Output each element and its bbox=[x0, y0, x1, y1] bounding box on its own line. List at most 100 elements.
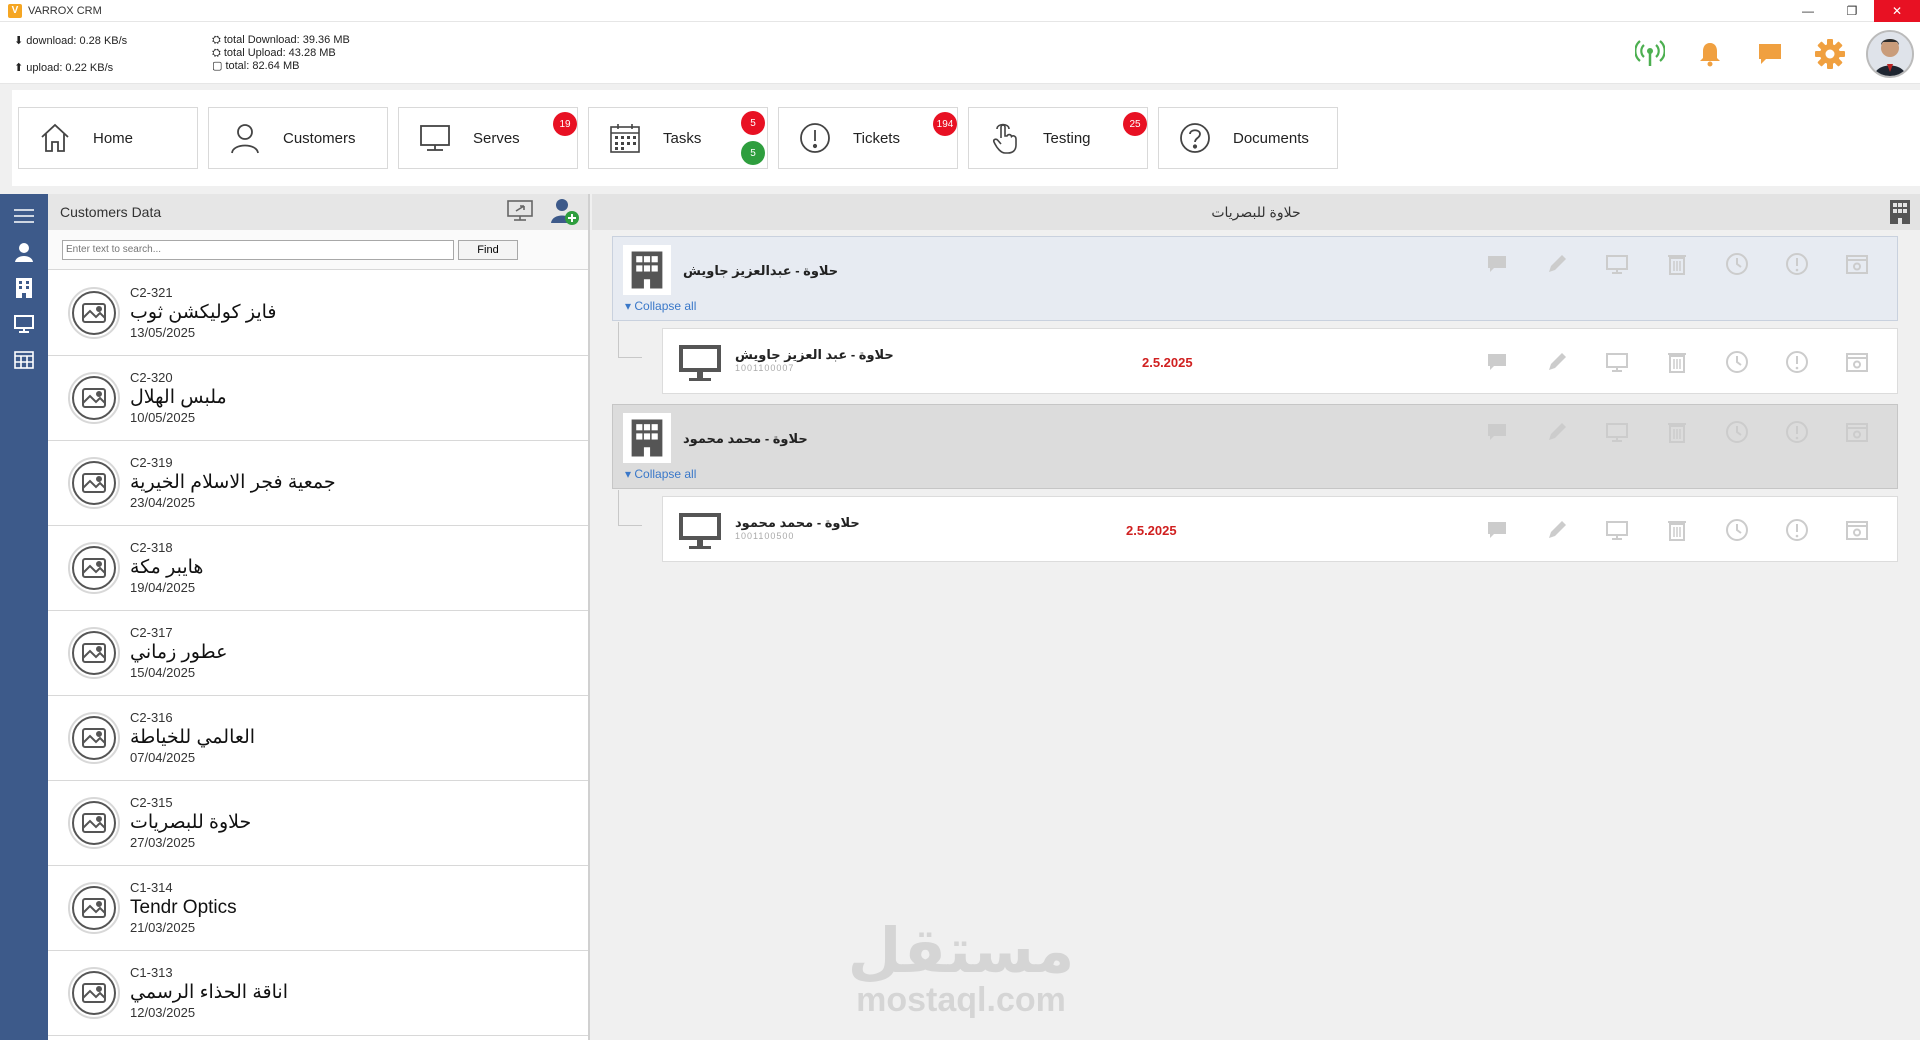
nav-home[interactable]: Home bbox=[18, 107, 198, 169]
header-icons bbox=[1620, 30, 1914, 78]
image-placeholder-icon bbox=[72, 546, 116, 590]
add-customer-icon[interactable] bbox=[550, 196, 580, 231]
customer-name: عطور زماني bbox=[130, 642, 228, 663]
menu-icon[interactable] bbox=[0, 198, 48, 234]
customer-image-icon bbox=[68, 372, 120, 424]
customer-list-item[interactable]: C1-313 اناقة الحذاء الرسمي 12/03/2025 bbox=[48, 951, 588, 1036]
search-input[interactable] bbox=[62, 239, 454, 260]
chat-icon[interactable] bbox=[1740, 31, 1800, 77]
warning-icon[interactable] bbox=[1767, 249, 1827, 279]
nav-documents[interactable]: Documents bbox=[1158, 107, 1338, 169]
comment-icon[interactable] bbox=[1467, 417, 1527, 447]
comment-icon[interactable] bbox=[1467, 515, 1527, 545]
rail-monitor-icon[interactable] bbox=[0, 306, 48, 342]
customer-detail-panel: حلاوة للبصريات حلاوة - عبدالعزيز جاويش ▾ … bbox=[592, 194, 1920, 1040]
customer-image-icon bbox=[68, 287, 120, 339]
customer-list-item[interactable]: C2-315 حلاوة للبصريات 27/03/2025 bbox=[48, 781, 588, 866]
image-placeholder-icon bbox=[72, 886, 116, 930]
edit-icon[interactable] bbox=[1527, 417, 1587, 447]
monitor-icon[interactable] bbox=[1587, 417, 1647, 447]
antenna-icon[interactable] bbox=[1620, 31, 1680, 77]
customer-code: C1-313 bbox=[130, 965, 173, 980]
title-bar: V VARROX CRM — ❐ ✕ bbox=[0, 0, 1920, 22]
comment-icon[interactable] bbox=[1467, 347, 1527, 377]
customer-list-item[interactable]: C2-321 فايز كوليكشن ثوب 13/05/2025 bbox=[48, 271, 588, 356]
edit-icon[interactable] bbox=[1527, 249, 1587, 279]
customer-list-item[interactable]: C2-319 جمعية فجر الاسلام الخيرية 23/04/202… bbox=[48, 441, 588, 526]
restore-button[interactable]: ❐ bbox=[1830, 0, 1874, 22]
customer-list-item[interactable]: C1-314 Tendr Optics 21/03/2025 bbox=[48, 866, 588, 951]
remote-desktop-icon[interactable] bbox=[506, 198, 536, 229]
home-icon bbox=[35, 118, 75, 158]
main-nav: Home Customers Serves 19 Tasks 5 5 Ticke… bbox=[12, 90, 1920, 186]
device-row[interactable]: حلاوة - محمد محمود 1001100500 2.5.2025 bbox=[662, 496, 1898, 562]
detail-header: حلاوة للبصريات bbox=[592, 194, 1920, 230]
calendar-icon bbox=[605, 118, 645, 158]
edit-icon[interactable] bbox=[1527, 347, 1587, 377]
help-icon bbox=[1175, 118, 1215, 158]
tree-connector bbox=[618, 490, 642, 526]
nav-tasks[interactable]: Tasks 5 5 bbox=[588, 107, 768, 169]
building-icon bbox=[623, 413, 671, 463]
rail-calendar-icon[interactable] bbox=[0, 342, 48, 378]
history-icon[interactable] bbox=[1707, 347, 1767, 377]
rail-building-icon[interactable] bbox=[0, 270, 48, 306]
branch-group[interactable]: حلاوة - محمد محمود ▾ Collapse all bbox=[612, 404, 1898, 489]
collapse-all-label: Collapse all bbox=[634, 467, 697, 481]
row-actions bbox=[1467, 515, 1887, 545]
history-icon[interactable] bbox=[1707, 249, 1767, 279]
device-row[interactable]: حلاوة - عبد العزيز جاويش 1001100007 2.5.20… bbox=[662, 328, 1898, 394]
customer-code: C2-320 bbox=[130, 370, 173, 385]
minimize-button[interactable]: — bbox=[1786, 0, 1830, 22]
customer-list-item[interactable]: C2-316 العالمي للخياطة 07/04/2025 bbox=[48, 696, 588, 781]
comment-icon[interactable] bbox=[1467, 249, 1527, 279]
delete-icon[interactable] bbox=[1647, 347, 1707, 377]
settings-box-icon[interactable] bbox=[1827, 347, 1887, 377]
collapse-all-label: Collapse all bbox=[634, 299, 697, 313]
user-avatar[interactable] bbox=[1866, 30, 1914, 78]
warning-icon[interactable] bbox=[1767, 347, 1827, 377]
device-monitor-icon bbox=[677, 343, 723, 383]
collapse-all-link[interactable]: ▾ Collapse all bbox=[625, 299, 696, 313]
rail-person-icon[interactable] bbox=[0, 234, 48, 270]
customer-image-icon bbox=[68, 797, 120, 849]
nav-customers[interactable]: Customers bbox=[208, 107, 388, 169]
nav-home-label: Home bbox=[93, 129, 134, 147]
image-placeholder-icon bbox=[72, 376, 116, 420]
settings-box-icon[interactable] bbox=[1827, 515, 1887, 545]
customer-text: C2-320 ملبس الهلال 10/05/2025 bbox=[130, 370, 227, 426]
monitor-icon[interactable] bbox=[1587, 515, 1647, 545]
nav-tickets[interactable]: Tickets 194 bbox=[778, 107, 958, 169]
find-button[interactable]: Find bbox=[458, 239, 518, 260]
delete-icon[interactable] bbox=[1647, 249, 1707, 279]
customer-date: 12/03/2025 bbox=[130, 1005, 196, 1020]
customer-text: C2-321 فايز كوليكشن ثوب 13/05/2025 bbox=[130, 285, 276, 341]
customer-text: C2-315 حلاوة للبصريات 27/03/2025 bbox=[130, 795, 251, 851]
settings-box-icon[interactable] bbox=[1827, 417, 1887, 447]
delete-icon[interactable] bbox=[1647, 515, 1707, 545]
customer-code: C2-315 bbox=[130, 795, 173, 810]
close-button[interactable]: ✕ bbox=[1874, 0, 1920, 22]
customer-list-item[interactable]: C2-320 ملبس الهلال 10/05/2025 bbox=[48, 356, 588, 441]
branch-group[interactable]: حلاوة - عبدالعزيز جاويش ▾ Collapse all bbox=[612, 236, 1898, 321]
edit-icon[interactable] bbox=[1527, 515, 1587, 545]
delete-icon[interactable] bbox=[1647, 417, 1707, 447]
image-placeholder-icon bbox=[72, 716, 116, 760]
nav-testing[interactable]: Testing 25 bbox=[968, 107, 1148, 169]
customer-name: ملبس الهلال bbox=[130, 387, 227, 408]
gear-icon[interactable] bbox=[1800, 31, 1860, 77]
history-icon[interactable] bbox=[1707, 515, 1767, 545]
building-icon[interactable] bbox=[1888, 199, 1912, 230]
collapse-all-link[interactable]: ▾ Collapse all bbox=[625, 467, 696, 481]
customer-list-item[interactable]: C2-317 عطور زماني 15/04/2025 bbox=[48, 611, 588, 696]
nav-serves[interactable]: Serves 19 bbox=[398, 107, 578, 169]
monitor-icon[interactable] bbox=[1587, 347, 1647, 377]
warning-icon[interactable] bbox=[1767, 417, 1827, 447]
nav-testing-label: Testing bbox=[1043, 129, 1091, 147]
history-icon[interactable] bbox=[1707, 417, 1767, 447]
monitor-icon[interactable] bbox=[1587, 249, 1647, 279]
warning-icon[interactable] bbox=[1767, 515, 1827, 545]
bell-icon[interactable] bbox=[1680, 31, 1740, 77]
customer-list-item[interactable]: C2-318 هايبر مكة 19/04/2025 bbox=[48, 526, 588, 611]
settings-box-icon[interactable] bbox=[1827, 249, 1887, 279]
